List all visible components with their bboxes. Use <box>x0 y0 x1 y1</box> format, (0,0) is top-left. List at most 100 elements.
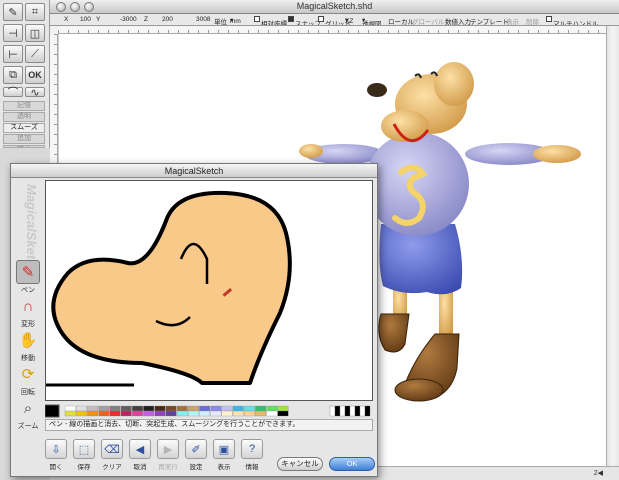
color-swatch <box>232 410 244 417</box>
zoom-icon: ⌕ <box>23 399 33 417</box>
pen-tool[interactable]: ✎ ペン <box>15 260 41 295</box>
connect-tool-icon[interactable]: ⊢ <box>3 45 23 63</box>
cancel-button[interactable]: キャンセル <box>277 457 323 471</box>
sketch-canvas[interactable] <box>45 180 373 401</box>
rotate-icon: ⟳ <box>21 366 35 383</box>
color-swatch <box>221 405 233 412</box>
z-field[interactable]: 200 <box>162 16 173 23</box>
move-tool[interactable]: ✋ 移動 <box>15 328 41 363</box>
x-field[interactable]: 100 <box>80 16 91 23</box>
numeric-input-button[interactable]: 数値入力 <box>445 16 471 25</box>
zoom-indicator[interactable]: 2◀ <box>594 469 603 477</box>
color-swatch <box>64 410 76 417</box>
wave-tool-icon[interactable]: ∿ <box>25 87 45 99</box>
undo-icon: ◀ <box>129 439 151 459</box>
clear-icon: ⌫ <box>101 439 123 459</box>
color-swatch <box>98 405 110 412</box>
color-swatch <box>232 405 244 412</box>
deform-tool[interactable]: ∩ 変形 <box>15 294 41 329</box>
color-swatch <box>255 405 267 412</box>
y-label: Y <box>96 16 101 23</box>
cylinder-tool-icon[interactable]: ◫ <box>25 24 45 42</box>
dialog-title: MagicalSketch <box>11 164 377 178</box>
settings-icon: ✐ <box>185 439 207 459</box>
color-swatch <box>188 410 199 417</box>
gray-swatch <box>354 405 361 417</box>
color-swatch <box>210 410 222 417</box>
open-button[interactable]: ⇩ 開く <box>43 439 69 471</box>
sketch-tool-sidebar: MagicalSketch ✎ ペン ∩ 変形 ✋ 移動 ⟳ 回転 ⌕ ズーム <box>13 180 43 430</box>
color-swatch <box>132 410 143 417</box>
local-button[interactable]: ローカル <box>388 16 414 25</box>
vertical-scrollbar[interactable] <box>606 26 619 466</box>
color-swatch <box>266 405 278 412</box>
line-tool-icon[interactable]: ⟋ <box>25 45 45 63</box>
copy-tool-icon[interactable]: ⧉ <box>3 66 23 84</box>
relative-coords-checkbox[interactable]: 相対座標 <box>254 16 287 25</box>
redo-button[interactable]: ▶ 再実行 <box>155 439 181 471</box>
hand-icon: ✋ <box>18 332 38 349</box>
perspective-select[interactable]: 透視図 ▾ <box>362 16 382 25</box>
y-field[interactable]: -3000 <box>120 16 137 23</box>
save-icon: ⬚ <box>73 439 95 459</box>
palette-button-add[interactable]: 追加 <box>3 134 45 144</box>
pencil-icon: ✎ <box>16 260 40 284</box>
color-swatch <box>277 405 289 412</box>
color-palette[interactable] <box>44 404 373 418</box>
delete-button[interactable]: 削除 <box>526 16 539 25</box>
clear-button[interactable]: ⌫ クリア <box>99 439 125 471</box>
palette-button-smooth[interactable]: スムーズ <box>3 123 45 133</box>
undo-button[interactable]: ◀ 取消 <box>127 439 153 471</box>
unit-select[interactable]: mm ▾ <box>230 16 241 25</box>
settings-button[interactable]: ✐ 設定 <box>183 439 209 471</box>
color-swatch <box>76 410 87 417</box>
palette-button-memory[interactable]: 記憶 <box>3 101 45 111</box>
color-swatch <box>143 410 155 417</box>
gray-swatch <box>364 405 371 417</box>
color-swatches[interactable] <box>44 404 373 418</box>
global-button[interactable]: グローバル <box>412 16 444 25</box>
pencil-tool-icon[interactable]: ✎ <box>3 3 23 21</box>
bracket-tool-icon[interactable]: ⊣ <box>3 24 23 42</box>
unit-label: 単位 <box>214 19 227 26</box>
color-swatch <box>165 410 177 417</box>
curve-tool-icon[interactable]: ⌒ <box>3 87 23 99</box>
horizontal-ruler <box>58 26 606 34</box>
color-swatch <box>221 410 233 417</box>
gray-swatch <box>344 405 351 417</box>
plane-select[interactable]: XZ ▾ <box>345 16 353 25</box>
palette-button-subtract[interactable]: 挿引 <box>3 145 45 148</box>
tool-palette: ✎ ⌗ ⊣ ◫ ⊢ ⟋ ⧉ OK ⌒ ∿ 記憶 透明 スムーズ 追加 挿引 <box>0 0 50 148</box>
color-swatch <box>154 405 166 412</box>
palette-button-transparent[interactable]: 透明 <box>3 112 45 122</box>
document-titlebar: MagicalSketch.shd <box>50 0 619 14</box>
rotate-tool[interactable]: ⟳ 回転 <box>15 362 41 397</box>
view-icon: ▣ <box>213 439 235 459</box>
ok-button[interactable]: OK <box>329 457 375 471</box>
color-swatch <box>109 410 121 417</box>
ok-tool[interactable]: OK <box>25 66 45 84</box>
magicalsketch-dialog: MagicalSketch MagicalSketch ✎ ペン ∩ 変形 ✋ … <box>10 163 378 477</box>
multi-handle-checkbox[interactable]: マルチハンドル <box>546 16 599 25</box>
zoom-tool[interactable]: ⌕ ズーム <box>15 396 41 431</box>
color-swatch <box>87 410 99 417</box>
gray-swatch <box>339 405 346 417</box>
color-swatch <box>244 405 255 412</box>
info-button[interactable]: ? 情報 <box>239 439 265 471</box>
color-swatch <box>199 410 211 417</box>
save-button[interactable]: ⬚ 保存 <box>71 439 97 471</box>
color-swatch <box>188 405 199 412</box>
info-icon: ? <box>241 439 263 459</box>
node-tool-icon[interactable]: ⌗ <box>25 3 45 21</box>
extra-field[interactable]: 3008 <box>196 16 210 23</box>
grid-checkbox[interactable]: グリッド <box>318 16 351 25</box>
color-swatch <box>154 410 166 417</box>
color-swatch <box>98 410 110 417</box>
template-button[interactable]: テンプレート <box>470 16 509 25</box>
view-button[interactable]: ▣ 表示 <box>211 439 237 471</box>
snap-checkbox[interactable]: スナップ <box>288 16 321 25</box>
status-text: ペン - 線の描画と消去、切断、突起生成、スムージングを行うことができます。 <box>45 419 373 431</box>
color-swatch <box>87 405 99 412</box>
show-button[interactable]: 表示 <box>506 16 519 25</box>
color-swatch <box>176 405 188 412</box>
